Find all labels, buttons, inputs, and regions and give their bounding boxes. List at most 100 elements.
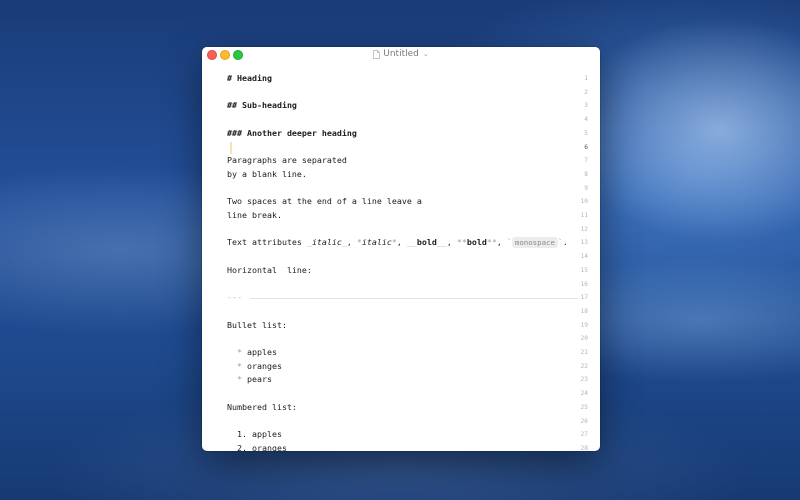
line-number: 15 xyxy=(580,266,588,274)
line-21: * apples 21 xyxy=(202,346,600,360)
paragraph-line: by a blank line. xyxy=(227,168,307,179)
line-5: ### Another deeper heading 5 xyxy=(202,127,600,141)
heading-1: # Heading xyxy=(227,73,272,83)
line-18: 18 xyxy=(202,305,600,319)
list-item: * pears xyxy=(237,373,272,387)
italic-text: italic xyxy=(311,237,342,248)
line-6: 6 xyxy=(202,141,600,155)
italic-text: italic xyxy=(361,237,392,248)
bullet-marker: * xyxy=(237,360,242,371)
heading-3: ### Another deeper heading xyxy=(227,127,357,138)
line-20: 20 xyxy=(202,332,600,346)
line-number: 25 xyxy=(580,403,588,411)
list-item-text: oranges xyxy=(247,360,282,371)
list-item: * oranges xyxy=(237,360,282,374)
line-number: 13 xyxy=(580,239,588,247)
line-9: 9 xyxy=(202,182,600,196)
line-number: 18 xyxy=(580,307,588,315)
text-segment: , xyxy=(346,237,357,248)
list-item: 1. apples xyxy=(237,428,282,442)
title-bar[interactable]: Untitled ⌄ xyxy=(202,47,600,61)
line-number: 14 xyxy=(580,253,588,261)
window-title[interactable]: Untitled ⌄ xyxy=(202,47,600,61)
list-item-text: oranges xyxy=(252,442,287,451)
text-segment: Text attributes xyxy=(227,237,307,248)
line-7: Paragraphs are separated 7 xyxy=(202,154,600,168)
heading-2: ## Sub-heading xyxy=(227,100,297,111)
line-8: by a blank line. 8 xyxy=(202,168,600,182)
line-number: 1 xyxy=(584,75,588,82)
text-segment: , xyxy=(446,237,457,248)
line-number: 16 xyxy=(580,280,588,288)
line-number: 11 xyxy=(580,212,588,219)
line-number: 24 xyxy=(580,390,588,398)
list-item-text: apples xyxy=(247,347,277,357)
line-4: 4 xyxy=(202,113,600,127)
line-15: Horizontal line: 15 xyxy=(202,264,600,278)
title-text: Untitled xyxy=(383,49,419,59)
paragraph-line: Numbered list: xyxy=(227,401,297,412)
bullet-marker: * xyxy=(237,347,242,357)
bold-text: bold xyxy=(416,237,437,248)
line-number: 7 xyxy=(584,157,588,165)
paragraph-line: Paragraphs are separated xyxy=(227,155,347,166)
bullet-marker: * xyxy=(237,374,242,385)
markdown-marker: __ xyxy=(436,237,447,248)
line-2: 2 xyxy=(202,86,600,100)
line-23: * pears 23 xyxy=(202,373,600,387)
line-number: 10 xyxy=(580,198,588,206)
editor-window: Untitled ⌄ # Heading 1 2 ## Sub-heading … xyxy=(202,47,600,451)
text-segment: , xyxy=(396,237,407,248)
chevron-down-icon[interactable]: ⌄ xyxy=(423,50,429,58)
text-attributes-line: Text attributes _italic_, *italic*, __bo… xyxy=(227,236,568,250)
markdown-marker: ** xyxy=(456,237,467,248)
paragraph-line: Bullet list: xyxy=(227,319,287,330)
list-item: * apples xyxy=(237,346,277,360)
text-cursor xyxy=(230,141,232,154)
list-item-text: apples xyxy=(252,429,282,440)
line-12: 12 xyxy=(202,223,600,237)
line-number: 3 xyxy=(584,102,588,110)
markdown-marker: __ xyxy=(406,237,417,248)
line-number: 12 xyxy=(580,225,588,233)
line-27: 1. apples 27 xyxy=(202,428,600,442)
line-16: 16 xyxy=(202,278,600,292)
text-segment: , xyxy=(496,237,507,248)
line-25: Numbered list: 25 xyxy=(202,401,600,415)
line-number: 2 xyxy=(584,88,588,96)
line-24: 24 xyxy=(202,387,600,401)
text-segment: . xyxy=(562,237,568,248)
line-number: 8 xyxy=(584,170,588,178)
line-number: 26 xyxy=(580,417,588,425)
line-26: 26 xyxy=(202,415,600,429)
list-item: 2. oranges xyxy=(237,442,287,451)
line-28: 2. oranges 28 xyxy=(202,442,600,451)
number-marker: 1. xyxy=(237,429,247,440)
line-number: 5 xyxy=(584,129,588,137)
line-10: Two spaces at the end of a line leave a … xyxy=(202,195,600,209)
line-13: Text attributes _italic_, *italic*, __bo… xyxy=(202,236,600,250)
line-number: 21 xyxy=(580,349,588,356)
number-marker: 2. xyxy=(237,442,247,451)
paragraph-line: Horizontal line: xyxy=(227,264,312,275)
document-icon xyxy=(373,49,381,59)
line-number: 9 xyxy=(584,184,588,192)
horizontal-rule xyxy=(250,298,578,300)
paragraph-line: line break. xyxy=(227,210,282,220)
line-number: 19 xyxy=(580,321,588,329)
line-19: Bullet list: 19 xyxy=(202,319,600,333)
line-1: # Heading 1 xyxy=(202,72,600,86)
text-editor[interactable]: # Heading 1 2 ## Sub-heading 3 4 ### Ano… xyxy=(202,61,600,451)
line-number: 28 xyxy=(580,444,588,451)
line-number: 22 xyxy=(580,362,588,370)
line-number: 23 xyxy=(580,376,588,384)
list-item-text: pears xyxy=(247,374,272,385)
line-22: * oranges 22 xyxy=(202,360,600,374)
horizontal-rule-markup: --- xyxy=(227,292,242,303)
line-17: --- 17 xyxy=(202,291,600,305)
line-14: 14 xyxy=(202,250,600,264)
line-11: line break. 11 xyxy=(202,209,600,223)
line-number: 17 xyxy=(580,294,588,302)
bold-text: bold xyxy=(466,237,487,248)
inline-code: monospace xyxy=(511,237,558,249)
